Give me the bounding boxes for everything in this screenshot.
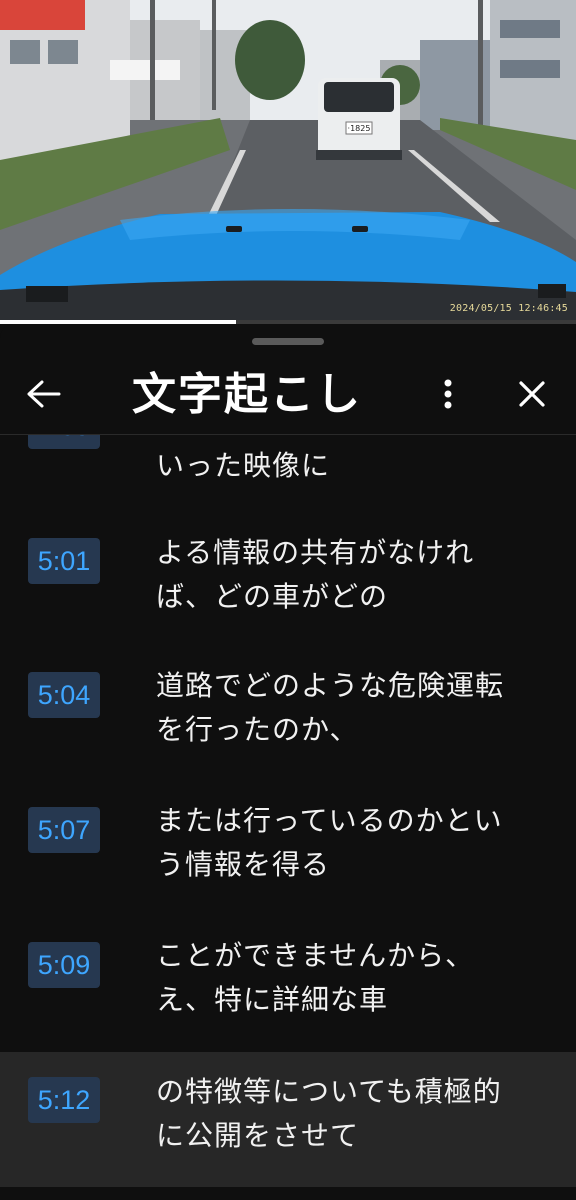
svg-text:·1825: ·1825 bbox=[348, 124, 371, 133]
dashcam-frame: ·1825 bbox=[0, 0, 576, 322]
segment-timestamp[interactable]: 5:07 bbox=[28, 807, 100, 853]
close-button[interactable] bbox=[508, 372, 556, 420]
segment-text-line: え、特に詳細な車 bbox=[156, 983, 389, 1016]
segment-timestamp[interactable]: 4:59 bbox=[28, 435, 100, 449]
segment-text-line: の特徴等についても積極的 bbox=[156, 1075, 502, 1108]
segment-text-line bbox=[156, 435, 556, 444]
transcript-panel: 文字起こし 4:59 いった映像に bbox=[0, 324, 576, 1200]
transcript-list[interactable]: 4:59 いった映像に 5:01 よる情報の共有がなけれ ば、どの車がどの 5:… bbox=[0, 435, 576, 1200]
segment-text: いった映像に bbox=[156, 435, 556, 488]
transcript-segment[interactable]: 5:07 または行っているのかとい う情報を得る bbox=[0, 783, 576, 918]
panel-header: 文字起こし bbox=[0, 354, 576, 435]
segment-text: 道路でどのような危険運転 を行ったのか、 bbox=[156, 664, 556, 752]
segment-text-line: を行ったのか、 bbox=[156, 713, 359, 746]
segment-text-line: に公開をさせて bbox=[156, 1119, 360, 1152]
transcript-segment[interactable]: 5:01 よる情報の共有がなけれ ば、どの車がどの bbox=[0, 513, 576, 648]
segment-text-line: ことができませんから、 bbox=[156, 939, 475, 972]
segment-timestamp[interactable]: 5:01 bbox=[28, 538, 100, 584]
segment-text: の特徴等についても積極的 に公開をさせて bbox=[156, 1070, 556, 1158]
transcript-segment-active[interactable]: 5:12 の特徴等についても積極的 に公開をさせて bbox=[0, 1052, 576, 1187]
video-overlay-timestamp: 2024/05/15 12:46:45 bbox=[449, 303, 568, 314]
segment-text-line: ば、どの車がどの bbox=[156, 580, 389, 613]
segment-text: ことができませんから、 え、特に詳細な車 bbox=[156, 934, 556, 1022]
segment-text-line: いった映像に bbox=[156, 449, 331, 482]
segment-text-line: う情報を得る bbox=[156, 848, 331, 881]
segment-text-line: または行っているのかとい bbox=[156, 804, 503, 837]
transcript-segment[interactable]: 5:04 道路でどのような危険運転 を行ったのか、 bbox=[0, 648, 576, 783]
arrow-left-icon bbox=[27, 379, 61, 413]
segment-timestamp[interactable]: 5:12 bbox=[28, 1077, 100, 1123]
drag-handle[interactable] bbox=[252, 338, 324, 345]
more-vert-icon bbox=[443, 378, 453, 414]
segment-text: または行っているのかとい う情報を得る bbox=[156, 799, 556, 887]
back-button[interactable] bbox=[20, 372, 68, 420]
segment-timestamp[interactable]: 5:04 bbox=[28, 672, 100, 718]
segment-text: よる情報の共有がなけれ ば、どの車がどの bbox=[156, 531, 556, 619]
close-icon bbox=[518, 380, 546, 412]
more-options-button[interactable] bbox=[424, 372, 472, 420]
transcript-segment[interactable]: 5:09 ことができませんから、 え、特に詳細な車 bbox=[0, 918, 576, 1053]
segment-text-line: 道路でどのような危険運転 bbox=[156, 669, 505, 702]
segment-timestamp[interactable]: 5:09 bbox=[28, 942, 100, 988]
segment-text-line: よる情報の共有がなけれ bbox=[156, 536, 475, 569]
panel-title: 文字起こし bbox=[132, 369, 362, 420]
video-player[interactable]: ·1825 2024/05/15 12:46:45 bbox=[0, 0, 576, 322]
